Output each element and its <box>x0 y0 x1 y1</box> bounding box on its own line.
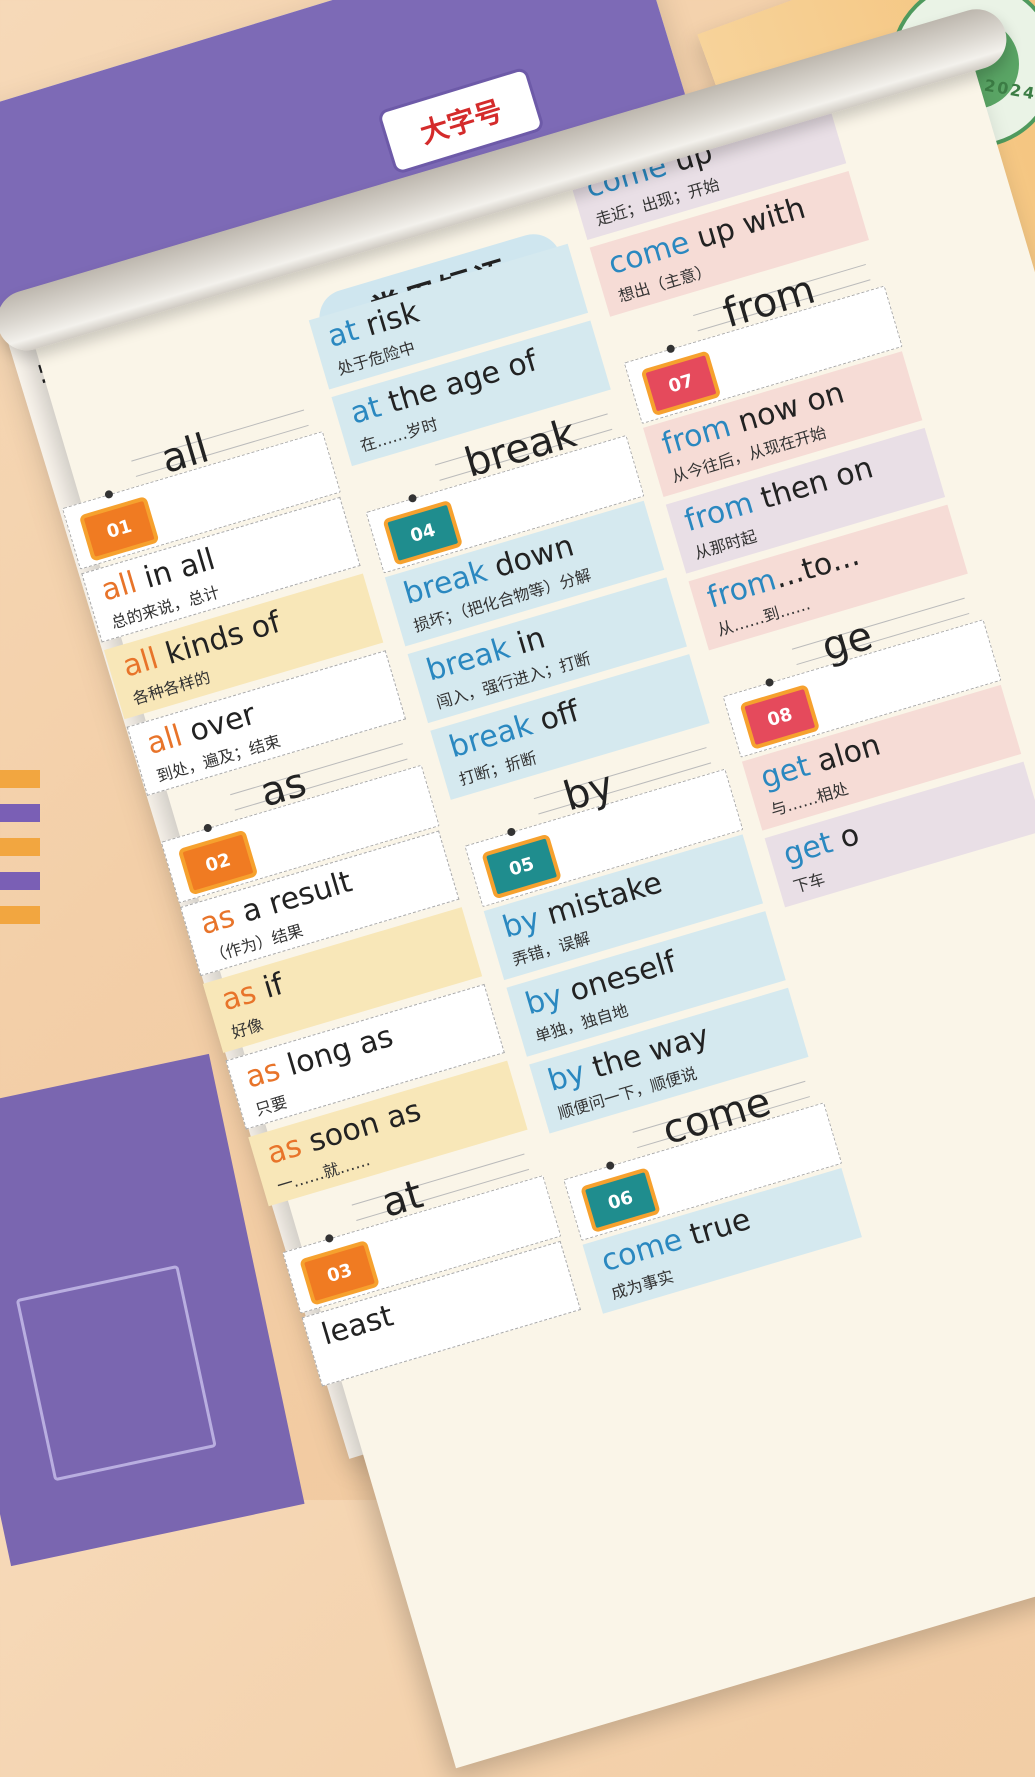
house-illustration <box>15 1264 217 1482</box>
phrase-rest: least <box>317 1298 398 1353</box>
decorative-stripes <box>0 770 40 950</box>
